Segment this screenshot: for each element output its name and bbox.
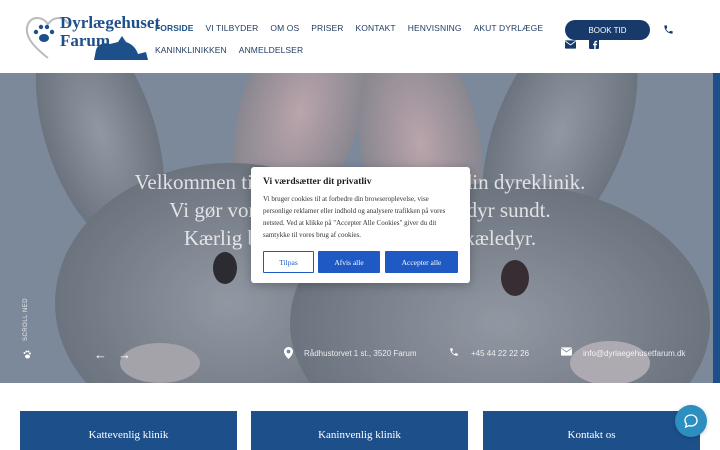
chat-button[interactable] bbox=[675, 405, 707, 437]
card-rabbit-friendly-label: Kaninvenlig klinik bbox=[318, 428, 401, 441]
phone-icon[interactable] bbox=[663, 24, 674, 38]
card-cat-friendly-label: Kattevenlig klinik bbox=[88, 428, 169, 441]
main-nav: FORSIDE VI TILBYDER OM OS PRISER KONTAKT… bbox=[155, 17, 555, 61]
hero-email[interactable]: info@dyrlaegehusetfarum.dk bbox=[583, 349, 685, 358]
logo-text: Dyrlægehuset Farum bbox=[60, 14, 160, 50]
card-rabbit-friendly[interactable]: Kaninvenlig klinik bbox=[251, 411, 468, 450]
scroll-down-label[interactable]: SCROLL NED bbox=[23, 298, 29, 341]
facebook-icon[interactable] bbox=[589, 39, 599, 52]
book-appointment-button[interactable]: BOOK TID bbox=[565, 20, 650, 40]
logo-line2: Farum bbox=[60, 31, 111, 50]
site-header: Dyrlægehuset Farum FORSIDE VI TILBYDER O… bbox=[0, 0, 720, 73]
logo-line1: Dyrlægehuset bbox=[60, 13, 161, 32]
phone-icon bbox=[449, 347, 459, 360]
nav-item-priser[interactable]: PRISER bbox=[311, 23, 343, 33]
nav-row-2: KANINKLINIKKEN ANMELDELSER bbox=[155, 39, 555, 61]
site-logo[interactable]: Dyrlægehuset Farum bbox=[22, 10, 160, 64]
cookie-accept-button[interactable]: Accepter alle bbox=[385, 251, 458, 273]
nav-item-vi-tilbyder[interactable]: VI TILBYDER bbox=[205, 23, 258, 33]
cookie-title: Vi værdsætter dit privatliv bbox=[263, 177, 372, 187]
card-cat-friendly[interactable]: Kattevenlig klinik bbox=[20, 411, 237, 450]
chat-icon bbox=[684, 414, 698, 429]
hero-phone[interactable]: +45 44 22 22 26 bbox=[471, 349, 529, 358]
nav-item-anmeldelser[interactable]: ANMELDELSER bbox=[239, 45, 303, 55]
cookie-consent-dialog: Vi værdsætter dit privatliv Vi bruger co… bbox=[251, 167, 470, 283]
nav-item-kaninklinikken[interactable]: KANINKLINIKKEN bbox=[155, 45, 227, 55]
cookie-reject-button[interactable]: Afvis alle bbox=[318, 251, 380, 273]
cookie-body: Vi bruger cookies til at forbedre din br… bbox=[263, 195, 446, 239]
nav-item-henvisning[interactable]: HENVISNING bbox=[408, 23, 462, 33]
nav-item-kontakt[interactable]: KONTAKT bbox=[355, 23, 395, 33]
nav-item-forside[interactable]: FORSIDE bbox=[155, 23, 193, 33]
envelope-icon bbox=[561, 347, 572, 359]
slider-next-arrow[interactable]: → bbox=[118, 347, 131, 362]
card-contact-label: Kontakt os bbox=[567, 428, 616, 441]
hero-address: Rådhustorvet 1 st., 3520 Farum bbox=[304, 349, 417, 358]
cookie-customize-button[interactable]: Tilpas bbox=[263, 251, 314, 273]
card-contact[interactable]: Kontakt os bbox=[483, 411, 700, 450]
map-pin-icon bbox=[284, 347, 293, 362]
slider-prev-arrow[interactable]: ← bbox=[94, 347, 107, 362]
envelope-icon[interactable] bbox=[565, 40, 576, 52]
nav-row-1: FORSIDE VI TILBYDER OM OS PRISER KONTAKT… bbox=[155, 17, 555, 39]
paw-icon bbox=[22, 350, 32, 362]
cookie-buttons: Tilpas Afvis alle Accepter alle bbox=[263, 251, 458, 273]
nav-item-om-os[interactable]: OM OS bbox=[270, 23, 299, 33]
side-accent-strip bbox=[713, 73, 720, 383]
nav-item-akut-dyrlaege[interactable]: AKUT DYRLÆGE bbox=[474, 23, 544, 33]
